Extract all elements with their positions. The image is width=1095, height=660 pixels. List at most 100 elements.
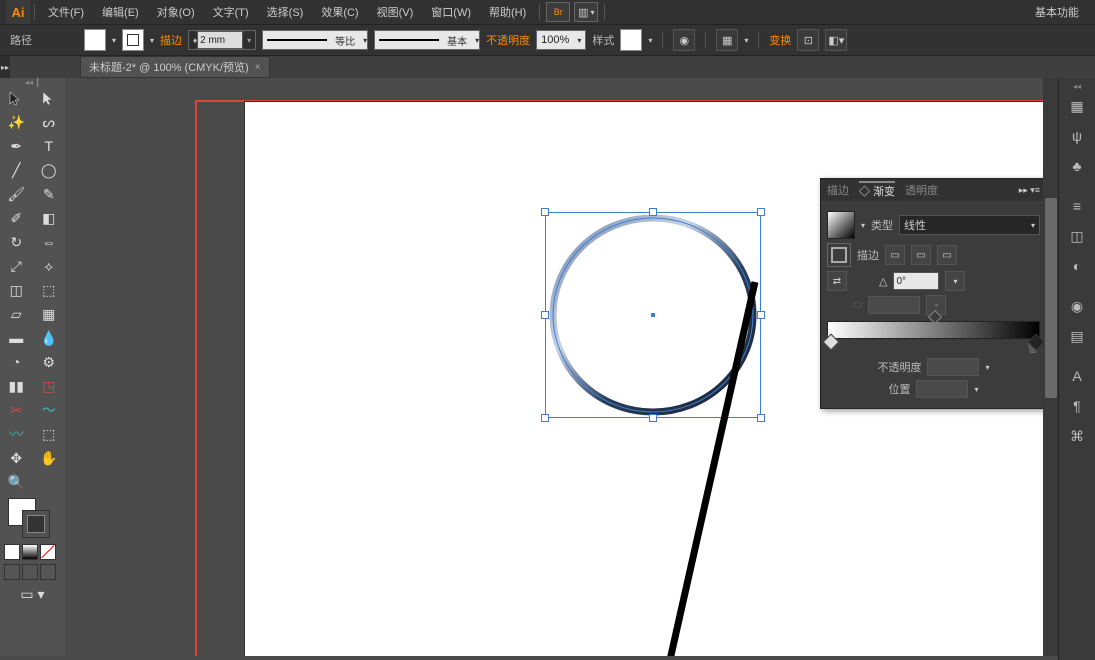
stroke-weight-field[interactable] bbox=[197, 31, 243, 49]
menu-file[interactable]: 文件(F) bbox=[39, 0, 93, 24]
symbol-sprayer-tool[interactable]: ⚙ bbox=[33, 350, 66, 374]
scale-tool[interactable]: ⤢ bbox=[0, 254, 33, 278]
free-transform-tool[interactable]: ◫ bbox=[0, 278, 33, 302]
gradient-position-input[interactable] bbox=[916, 380, 968, 398]
panel-tab-stroke[interactable]: 描边 bbox=[827, 182, 849, 198]
gradient-angle-input[interactable] bbox=[893, 272, 939, 290]
stroke-apply-2[interactable]: ▭ bbox=[911, 245, 931, 265]
handle-top[interactable] bbox=[649, 208, 657, 216]
screen-mode-full[interactable] bbox=[22, 564, 38, 580]
transform-label[interactable]: 变换 bbox=[769, 32, 791, 48]
panel-titlebar[interactable]: 描边 ◇ 渐变 透明度 ▸▸ ▾≡ bbox=[821, 179, 1046, 201]
pencil-tool[interactable]: ✎ bbox=[33, 182, 66, 206]
screen-mode-button[interactable]: ▭ ▾ bbox=[0, 582, 65, 606]
menu-object[interactable]: 对象(O) bbox=[148, 0, 204, 24]
brushes-icon[interactable]: ψ bbox=[1065, 124, 1089, 148]
menu-edit[interactable]: 编辑(E) bbox=[93, 0, 148, 24]
document-tab[interactable]: 未标题-2* @ 100% (CMYK/预览) × bbox=[80, 56, 270, 78]
crop-tool[interactable]: ⬚ bbox=[33, 422, 66, 446]
color-panel-icon[interactable]: ◉ bbox=[1065, 294, 1089, 318]
lasso-tool[interactable]: ᔕ bbox=[33, 110, 66, 134]
column-graph-tool[interactable]: ▮▮ bbox=[0, 374, 33, 398]
bridge-button[interactable]: Br bbox=[546, 2, 570, 22]
hand-tool[interactable]: ～ bbox=[33, 398, 66, 422]
arrange-button[interactable]: ▥▾ bbox=[574, 2, 598, 22]
app-logo[interactable]: Ai bbox=[6, 0, 30, 24]
gradient-fill-stroke-toggle[interactable] bbox=[827, 243, 851, 267]
stroke-color[interactable] bbox=[22, 510, 50, 538]
align-icon[interactable]: ▦ bbox=[716, 29, 738, 51]
menu-select[interactable]: 选择(S) bbox=[258, 0, 313, 24]
recolor-icon[interactable]: ◉ bbox=[673, 29, 695, 51]
gradient-opacity-input[interactable] bbox=[927, 358, 979, 376]
screen-mode-pres[interactable] bbox=[40, 564, 56, 580]
gradient-slider[interactable] bbox=[827, 321, 1040, 339]
panel-tab-transparency[interactable]: 透明度 bbox=[905, 182, 938, 198]
path-tool[interactable]: 〰 bbox=[0, 422, 33, 446]
panel-tab-gradient[interactable]: ◇ 渐变 bbox=[859, 181, 895, 199]
dropdown-icon[interactable]: ▾ bbox=[150, 36, 154, 45]
scrollbar-thumb[interactable] bbox=[1045, 198, 1057, 398]
group-select-icon[interactable]: ◧▾ bbox=[825, 29, 847, 51]
vertical-scrollbar[interactable] bbox=[1043, 78, 1059, 656]
paintbrush-tool[interactable]: 🖌 bbox=[0, 182, 33, 206]
handle-top-left[interactable] bbox=[541, 208, 549, 216]
fill-swatch[interactable] bbox=[84, 29, 106, 51]
stroke-label[interactable]: 描边 bbox=[160, 32, 182, 48]
stroke-panel-icon[interactable]: ≡ bbox=[1065, 194, 1089, 218]
stroke-profile1[interactable]: 等比▾ bbox=[262, 30, 368, 50]
width-tool[interactable]: ⟡ bbox=[33, 254, 66, 278]
swatches-panel-icon[interactable]: ▤ bbox=[1065, 324, 1089, 348]
eyedropper-tool[interactable]: 💧 bbox=[33, 326, 66, 350]
stroke-profile2[interactable]: 基本▾ bbox=[374, 30, 480, 50]
graphic-style-swatch[interactable] bbox=[620, 29, 642, 51]
glyphs-panel-icon[interactable]: ⌘ bbox=[1065, 424, 1089, 448]
paragraph-panel-icon[interactable]: ¶ bbox=[1065, 394, 1089, 418]
reverse-gradient-icon[interactable]: ⇄ bbox=[827, 271, 847, 291]
handle-left[interactable] bbox=[541, 311, 549, 319]
reflect-tool[interactable]: ⇔ bbox=[33, 230, 66, 254]
close-tab-icon[interactable]: × bbox=[255, 62, 261, 73]
menu-effect[interactable]: 效果(C) bbox=[312, 0, 367, 24]
canvas[interactable]: 描边 ◇ 渐变 透明度 ▸▸ ▾≡ ▾ 类型 线性▾ 描边 ▭ ▭ ▭ bbox=[65, 78, 1059, 656]
color-mode-gradient[interactable] bbox=[22, 544, 38, 560]
gradient-tool[interactable]: ▬ bbox=[0, 326, 33, 350]
angle-dropdown[interactable]: ▾ bbox=[945, 271, 965, 291]
opacity-input[interactable]: 100%▾ bbox=[536, 30, 586, 50]
menu-window[interactable]: 窗口(W) bbox=[422, 0, 480, 24]
type-tool[interactable]: T bbox=[33, 134, 66, 158]
gradient-panel-icon[interactable]: ◫ bbox=[1065, 224, 1089, 248]
mesh-tool[interactable]: ▦ bbox=[33, 302, 66, 326]
stroke-weight-input[interactable]: ♦▾ bbox=[188, 30, 256, 50]
collapse-right-icon[interactable]: ◂◂ bbox=[1073, 82, 1081, 91]
menu-view[interactable]: 视图(V) bbox=[368, 0, 423, 24]
stroke-apply-1[interactable]: ▭ bbox=[885, 245, 905, 265]
isolate-icon[interactable]: ⊡ bbox=[797, 29, 819, 51]
gradient-preview[interactable] bbox=[827, 211, 855, 239]
menu-text[interactable]: 文字(T) bbox=[204, 0, 258, 24]
gradient-panel[interactable]: 描边 ◇ 渐变 透明度 ▸▸ ▾≡ ▾ 类型 线性▾ 描边 ▭ ▭ ▭ bbox=[820, 178, 1047, 409]
hand-tool2[interactable]: ✋ bbox=[33, 446, 66, 470]
line-shape[interactable] bbox=[645, 282, 845, 656]
artboard-tool[interactable]: ◳ bbox=[33, 374, 66, 398]
dropdown-icon[interactable]: ▾ bbox=[112, 36, 116, 45]
selection-tool[interactable] bbox=[0, 86, 33, 110]
slice-tool[interactable]: ✂ bbox=[0, 398, 33, 422]
line-tool[interactable]: ╱ bbox=[0, 158, 33, 182]
magic-wand-tool[interactable]: ✨ bbox=[0, 110, 33, 134]
color-mode-normal[interactable] bbox=[4, 544, 20, 560]
rotate-tool[interactable]: ↻ bbox=[0, 230, 33, 254]
panel-grabber[interactable]: ◂◂ ┃ bbox=[0, 78, 65, 86]
eraser-tool[interactable]: ◧ bbox=[33, 206, 66, 230]
character-panel-icon[interactable]: A bbox=[1065, 364, 1089, 388]
blob-brush-tool[interactable]: ✐ bbox=[0, 206, 33, 230]
move-tool[interactable]: ✥ bbox=[0, 446, 33, 470]
symbols-icon[interactable]: ♣ bbox=[1065, 154, 1089, 178]
fill-stroke-indicator[interactable] bbox=[0, 494, 65, 542]
menu-help[interactable]: 帮助(H) bbox=[480, 0, 535, 24]
stroke-apply-3[interactable]: ▭ bbox=[937, 245, 957, 265]
direct-selection-tool[interactable] bbox=[33, 86, 66, 110]
blend-tool[interactable]: ◔ bbox=[0, 350, 33, 374]
gradient-type-dropdown[interactable]: 线性▾ bbox=[899, 215, 1040, 235]
ellipse-tool[interactable]: ◯ bbox=[33, 158, 66, 182]
